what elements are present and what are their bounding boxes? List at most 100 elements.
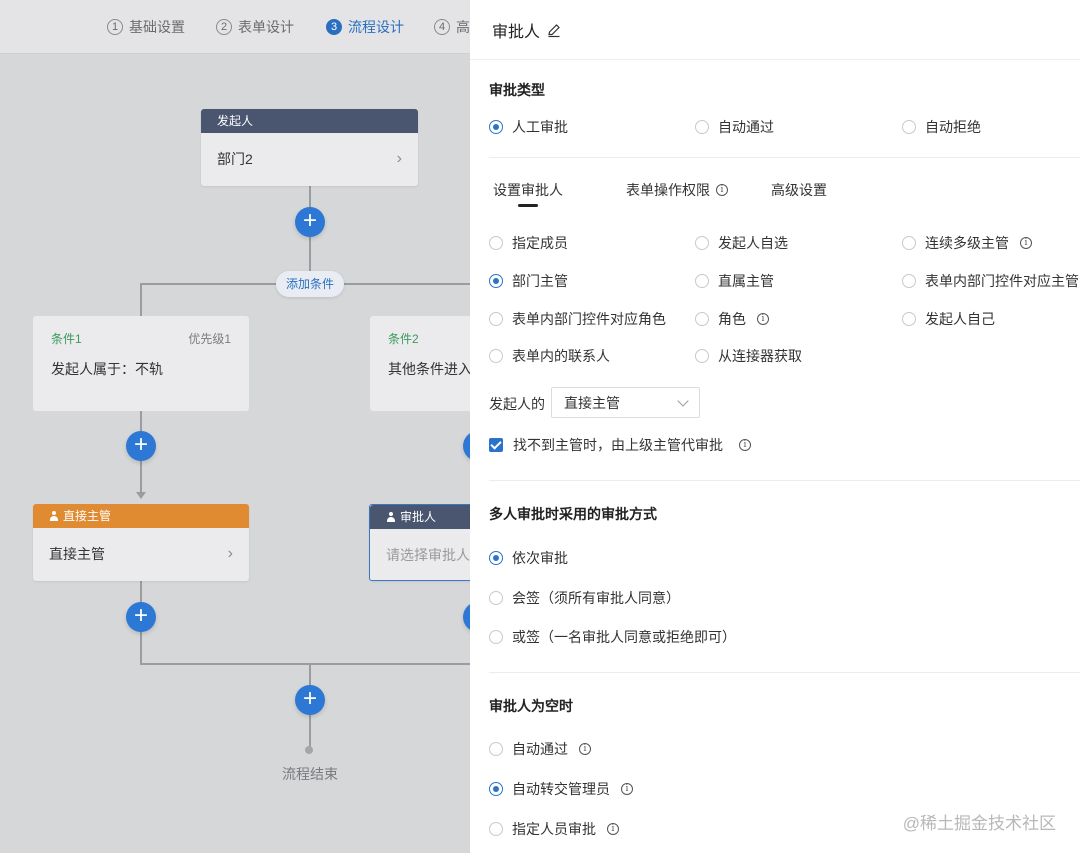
radio-direct-manager[interactable]: 直属主管 xyxy=(695,271,774,291)
condition-priority: 优先级1 xyxy=(188,332,231,346)
radio-indicator xyxy=(902,274,916,288)
initiator-node[interactable]: 发起人 部门2 › xyxy=(201,109,418,186)
flow-canvas: 1 基础设置 2 表单设计 3 流程设计 4 高 发起人 部门2 › + 添加条… xyxy=(0,0,470,853)
step-basic-settings[interactable]: 1 基础设置 xyxy=(107,17,185,37)
add-node-button[interactable]: + xyxy=(295,685,325,715)
radio-multi-level-manager[interactable]: 连续多级主管 i xyxy=(902,233,1032,253)
info-icon[interactable]: i xyxy=(621,783,633,795)
radio-empty-auto-pass[interactable]: 自动通过 i xyxy=(489,739,591,759)
radio-indicator xyxy=(489,822,503,836)
radio-label: 发起人自选 xyxy=(718,235,788,251)
radio-label: 表单内的联系人 xyxy=(512,348,610,364)
radio-label: 直属主管 xyxy=(718,273,774,289)
step-label: 基础设置 xyxy=(129,19,185,35)
tab-label: 高级设置 xyxy=(771,182,827,198)
divider xyxy=(489,480,1080,481)
radio-countersign[interactable]: 会签（须所有审批人同意） xyxy=(489,588,680,608)
info-icon[interactable]: i xyxy=(607,823,619,835)
watermark: @稀土掘金技术社区 xyxy=(902,814,1056,833)
person-icon xyxy=(49,511,59,521)
node-header: 直接主管 xyxy=(33,504,249,528)
radio-manual-approval[interactable]: 人工审批 xyxy=(489,117,568,137)
tab-form-permissions[interactable]: 表单操作权限 i xyxy=(626,180,728,200)
node-placeholder: 请选择审批人 xyxy=(386,547,470,563)
tab-set-approver[interactable]: 设置审批人 xyxy=(493,180,563,200)
radio-sequential[interactable]: 依次审批 xyxy=(489,548,568,568)
radio-indicator xyxy=(695,274,709,288)
radio-label: 自动拒绝 xyxy=(925,119,981,135)
condition-node-2[interactable]: 条件2 其他条件进入 xyxy=(370,316,470,411)
approver-settings-panel: 审批人 审批类型 人工审批 自动通过 自动拒绝 设置审批人 表单操作权限 i 高… xyxy=(470,0,1080,853)
add-node-button[interactable]: + xyxy=(126,431,156,461)
add-condition-button[interactable]: 添加条件 xyxy=(276,271,345,297)
radio-label: 发起人自己 xyxy=(925,311,995,327)
radio-label: 人工审批 xyxy=(512,119,568,135)
radio-department-manager[interactable]: 部门主管 xyxy=(489,271,568,291)
node-title: 直接主管 xyxy=(63,509,112,523)
radio-initiator-self[interactable]: 发起人自己 xyxy=(902,309,995,329)
person-icon xyxy=(386,512,396,522)
tab-advanced-settings[interactable]: 高级设置 xyxy=(771,180,827,200)
section-title-multi-approval: 多人审批时采用的审批方式 xyxy=(489,506,657,522)
panel-header: 审批人 xyxy=(470,0,1080,60)
step-number: 2 xyxy=(216,19,232,35)
approver-node-direct-manager[interactable]: 直接主管 直接主管 › xyxy=(33,504,249,581)
condition-desc: 发起人属于：不轨 xyxy=(51,361,163,377)
radio-indicator xyxy=(489,782,503,796)
radio-label: 指定人员审批 xyxy=(512,821,596,837)
radio-auto-pass[interactable]: 自动通过 xyxy=(695,117,774,137)
info-icon[interactable]: i xyxy=(579,743,591,755)
radio-specified-person[interactable]: 指定人员审批 i xyxy=(489,819,619,839)
radio-initiator-choose[interactable]: 发起人自选 xyxy=(695,233,788,253)
radio-form-dept-manager[interactable]: 表单内部门控件对应主管 xyxy=(902,271,1079,291)
info-icon[interactable]: i xyxy=(757,313,769,325)
radio-label: 从连接器获取 xyxy=(718,348,802,364)
edit-icon[interactable] xyxy=(546,22,562,38)
radio-indicator xyxy=(695,312,709,326)
radio-indicator xyxy=(902,120,916,134)
info-icon[interactable]: i xyxy=(739,439,751,451)
radio-label: 会签（须所有审批人同意） xyxy=(512,590,680,606)
section-title-approval-type: 审批类型 xyxy=(489,82,545,98)
step-advanced[interactable]: 4 高 xyxy=(434,17,470,37)
radio-label: 自动通过 xyxy=(718,119,774,135)
node-value: 部门2 xyxy=(217,151,253,167)
add-node-button[interactable]: + xyxy=(126,602,156,632)
radio-from-connector[interactable]: 从连接器获取 xyxy=(695,346,802,366)
chevron-right-icon: › xyxy=(227,545,233,562)
radio-transfer-admin[interactable]: 自动转交管理员 i xyxy=(489,779,633,799)
add-node-button[interactable]: + xyxy=(295,207,325,237)
fallback-upper-manager-checkbox[interactable]: 找不到主管时，由上级主管代审批 i xyxy=(489,435,751,455)
node-title: 审批人 xyxy=(400,510,437,524)
radio-form-contact[interactable]: 表单内的联系人 xyxy=(489,346,610,366)
node-header: 审批人 xyxy=(370,505,470,529)
radio-indicator xyxy=(489,349,503,363)
info-icon[interactable]: i xyxy=(1020,237,1032,249)
radio-auto-reject[interactable]: 自动拒绝 xyxy=(902,117,981,137)
node-body: 部门2 › xyxy=(201,133,418,185)
divider xyxy=(489,157,1080,158)
radio-indicator xyxy=(489,742,503,756)
checkbox-label: 找不到主管时，由上级主管代审批 xyxy=(513,437,723,453)
step-number: 4 xyxy=(434,19,450,35)
radio-form-dept-role[interactable]: 表单内部门控件对应角色 xyxy=(489,309,666,329)
radio-label: 表单内部门控件对应主管 xyxy=(925,273,1079,289)
approver-node-select[interactable]: 审批人 请选择审批人 xyxy=(369,504,470,581)
step-label: 流程设计 xyxy=(348,19,404,35)
radio-or-sign[interactable]: 或签（一名审批人同意或拒绝即可） xyxy=(489,627,736,647)
step-flow-design[interactable]: 3 流程设计 xyxy=(326,17,404,37)
radio-label: 角色 xyxy=(718,311,746,327)
checkbox-indicator xyxy=(489,438,503,452)
condition-node-1[interactable]: 条件1 优先级1 发起人属于：不轨 xyxy=(33,316,249,411)
radio-indicator xyxy=(902,312,916,326)
radio-indicator xyxy=(489,120,503,134)
radio-label: 指定成员 xyxy=(512,235,568,251)
flow-end-label: 流程结束 xyxy=(282,766,338,782)
radio-specified-member[interactable]: 指定成员 xyxy=(489,233,568,253)
add-node-button[interactable]: + xyxy=(463,431,470,461)
add-node-button[interactable]: + xyxy=(463,602,470,632)
step-form-design[interactable]: 2 表单设计 xyxy=(216,17,294,37)
manager-level-select[interactable]: 直接主管 xyxy=(551,387,700,418)
info-icon[interactable]: i xyxy=(716,184,728,196)
radio-role[interactable]: 角色 i xyxy=(695,309,769,329)
